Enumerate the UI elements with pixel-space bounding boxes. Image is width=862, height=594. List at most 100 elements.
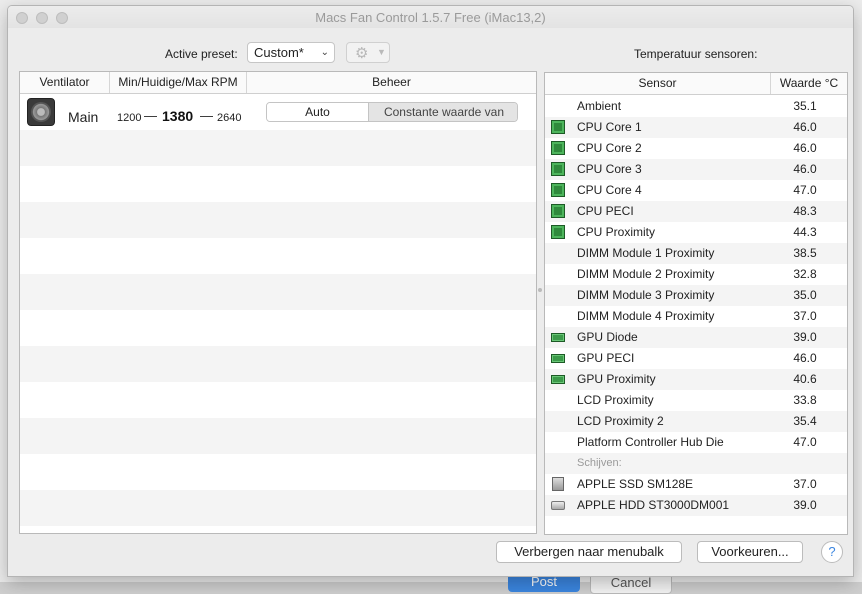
sensor-value: 46.0 — [793, 120, 817, 134]
column-header-rpm[interactable]: Min/Huidige/Max RPM — [110, 72, 247, 93]
sensor-name: CPU PECI — [577, 204, 634, 218]
table-row[interactable]: APPLE HDD ST3000DM001 39.0 — [545, 495, 847, 516]
column-header-value[interactable]: Waarde °C — [771, 73, 847, 94]
table-row[interactable]: CPU Core 4 47.0 — [545, 180, 847, 201]
sensor-name: DIMM Module 2 Proximity — [577, 267, 715, 281]
sensors-table: Sensor Waarde °C Ambient 35.1 CPU Core 1 46… — [544, 72, 848, 535]
sensor-value: 39.0 — [793, 498, 817, 512]
table-row[interactable]: LCD Proximity 33.8 — [545, 390, 847, 411]
table-row[interactable]: GPU Proximity 40.6 — [545, 369, 847, 390]
sensor-value: 33.8 — [793, 393, 817, 407]
auto-control-button[interactable]: Auto — [267, 103, 369, 121]
sensor-name: CPU Core 3 — [577, 162, 642, 176]
table-row[interactable]: CPU Core 1 46.0 — [545, 117, 847, 138]
sensor-value: 46.0 — [793, 351, 817, 365]
preset-select-value: Custom* — [254, 45, 304, 60]
cpu-chip-icon — [551, 204, 565, 218]
table-row[interactable]: CPU Proximity 44.3 — [545, 222, 847, 243]
fan-icon — [27, 98, 55, 126]
preferences-button[interactable]: Voorkeuren... — [697, 541, 803, 563]
sensor-value: 38.5 — [793, 246, 817, 260]
gpu-card-icon — [551, 354, 565, 363]
hide-to-menubar-button[interactable]: Verbergen naar menubalk — [496, 541, 682, 563]
cpu-chip-icon — [551, 141, 565, 155]
help-icon: ? — [828, 544, 836, 559]
sensor-value: 47.0 — [793, 183, 817, 197]
cpu-chip-icon — [551, 225, 565, 239]
sensor-name: CPU Core 2 — [577, 141, 642, 155]
sensor-name: Ambient — [577, 99, 622, 113]
sensor-value: 32.8 — [793, 267, 817, 281]
sensor-name: CPU Core 1 — [577, 120, 642, 134]
column-header-fan[interactable]: Ventilator — [20, 72, 110, 93]
table-row[interactable]: Platform Controller Hub Die 47.0 — [545, 432, 847, 453]
temperature-sensors-title: Temperatuur sensoren: — [634, 47, 758, 61]
gear-icon: ⚙ — [355, 45, 369, 62]
preset-select[interactable]: Custom* ⌄ — [247, 42, 335, 63]
preset-settings-button[interactable]: ⚙ ▼ — [346, 42, 390, 63]
rpm-separator: — — [144, 108, 157, 123]
fan-max-rpm: 2640 — [217, 112, 242, 124]
sensor-value: 35.4 — [793, 414, 817, 428]
active-preset-label: Active preset: — [165, 47, 238, 61]
sensor-name: CPU Core 4 — [577, 183, 642, 197]
table-row[interactable]: DIMM Module 3 Proximity 35.0 — [545, 285, 847, 306]
fan-control-segmented: Auto Constante waarde van 1380 — [266, 102, 518, 122]
table-row[interactable]: GPU PECI 46.0 — [545, 348, 847, 369]
sensor-name: LCD Proximity — [577, 393, 654, 407]
sensor-value: 37.0 — [793, 477, 817, 491]
constant-value-button[interactable]: Constante waarde van 1380 — [369, 103, 517, 121]
sensor-value: 47.0 — [793, 435, 817, 449]
cpu-chip-icon — [551, 162, 565, 176]
fans-table-header: Ventilator Min/Huidige/Max RPM Beheer — [20, 72, 536, 94]
sensors-table-header: Sensor Waarde °C — [545, 73, 847, 95]
sensor-name: LCD Proximity 2 — [577, 414, 664, 428]
sensor-name: CPU Proximity — [577, 225, 656, 239]
sensor-name: APPLE SSD SM128E — [577, 477, 694, 491]
table-row[interactable]: DIMM Module 1 Proximity 38.5 — [545, 243, 847, 264]
gpu-card-icon — [551, 375, 565, 384]
window-title: Macs Fan Control 1.5.7 Free (iMac13,2) — [315, 10, 546, 25]
sensor-group-header: Schijven: — [545, 453, 847, 474]
title-bar: Macs Fan Control 1.5.7 Free (iMac13,2) — [8, 6, 853, 28]
sensor-value: 46.0 — [793, 162, 817, 176]
table-row[interactable]: CPU Core 3 46.0 — [545, 159, 847, 180]
hdd-drive-icon — [551, 501, 565, 510]
sensor-name: DIMM Module 3 Proximity — [577, 288, 715, 302]
table-row[interactable]: LCD Proximity 2 35.4 — [545, 411, 847, 432]
fans-table: Ventilator Min/Huidige/Max RPM Beheer Ma… — [19, 71, 537, 534]
fans-table-body — [20, 94, 536, 533]
sensor-value: 40.6 — [793, 372, 817, 386]
table-row[interactable]: GPU Diode 39.0 — [545, 327, 847, 348]
macs-fan-control-window: Macs Fan Control 1.5.7 Free (iMac13,2) A… — [7, 5, 854, 577]
column-header-control[interactable]: Beheer — [247, 72, 536, 93]
fan-min-rpm: 1200 — [117, 112, 142, 124]
rpm-separator: — — [200, 108, 213, 123]
table-row[interactable]: DIMM Module 2 Proximity 32.8 — [545, 264, 847, 285]
sensor-name: GPU Diode — [577, 330, 638, 344]
sensor-value: 39.0 — [793, 330, 817, 344]
sensor-name: DIMM Module 1 Proximity — [577, 246, 715, 260]
fan-name: Main — [68, 109, 99, 125]
fan-current-rpm: 1380 — [162, 108, 194, 124]
column-header-sensor[interactable]: Sensor — [545, 73, 771, 94]
table-row[interactable]: APPLE SSD SM128E 37.0 — [545, 474, 847, 495]
sensor-value: 44.3 — [793, 225, 817, 239]
help-button[interactable]: ? — [821, 541, 843, 563]
sensor-value: 35.1 — [793, 99, 817, 113]
sensor-value: 48.3 — [793, 204, 817, 218]
sensor-name: Platform Controller Hub Die — [577, 435, 724, 449]
sensor-name: GPU Proximity — [577, 372, 656, 386]
split-view-handle[interactable] — [538, 288, 542, 292]
sensor-value: 35.0 — [793, 288, 817, 302]
table-row[interactable]: DIMM Module 4 Proximity 37.0 — [545, 306, 847, 327]
table-row[interactable]: CPU PECI 48.3 — [545, 201, 847, 222]
table-row[interactable]: CPU Core 2 46.0 — [545, 138, 847, 159]
sensor-name: DIMM Module 4 Proximity — [577, 309, 715, 323]
sensor-name: GPU PECI — [577, 351, 635, 365]
ssd-drive-icon — [552, 477, 564, 491]
cpu-chip-icon — [551, 183, 565, 197]
table-row[interactable]: Ambient 35.1 — [545, 96, 847, 117]
gpu-card-icon — [551, 333, 565, 342]
chevron-down-icon: ▼ — [377, 47, 386, 57]
